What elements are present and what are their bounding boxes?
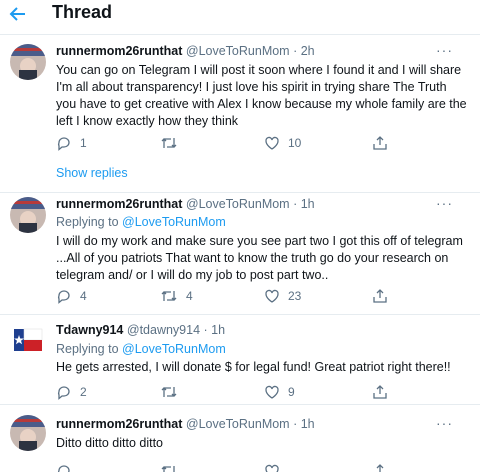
tweet-text: Ditto ditto ditto ditto (56, 435, 476, 452)
tweet-line: left I know exactly how they think (56, 114, 239, 128)
display-name[interactable]: runnermom26runthat (56, 197, 182, 211)
reply-button[interactable]: 4 (56, 286, 87, 306)
replying-to-handle[interactable]: @LoveToRunMom (122, 342, 226, 356)
reply-icon (57, 290, 70, 304)
share-icon (373, 136, 387, 150)
reply-icon (57, 137, 70, 151)
reply-button[interactable]: 2 (56, 382, 87, 402)
avatar[interactable] (10, 44, 46, 80)
like-count: 9 (288, 385, 295, 399)
more-icon[interactable]: ··· (436, 415, 453, 431)
like-button[interactable]: 23 (264, 286, 301, 306)
reply-button[interactable] (56, 461, 72, 472)
retweet-button[interactable]: 4 (160, 286, 193, 306)
like-icon (265, 385, 279, 399)
reply-count: 2 (80, 385, 87, 399)
share-icon (373, 289, 387, 303)
tweet-line: You can go on Telegram I will post it so… (56, 63, 462, 77)
replying-to-handle[interactable]: @LoveToRunMom (122, 215, 226, 229)
avatar[interactable] (10, 197, 46, 233)
avatar[interactable] (10, 321, 46, 357)
retweet-icon (161, 138, 177, 148)
retweet-button[interactable] (160, 382, 186, 402)
tweet-meta: runnermom26runthat @LoveToRunMom · 2h (56, 44, 315, 58)
thread-page: Thread runnermom26runthat @LoveToRunMom … (0, 0, 480, 472)
page-title: Thread (52, 2, 113, 22)
tweet-line: He gets arrested, I will donate $ for le… (56, 360, 451, 374)
replying-to-label: Replying to (56, 215, 119, 229)
tweet-line: you have to get creative with Alex I kno… (56, 97, 467, 111)
timestamp[interactable]: · 1h (204, 323, 226, 337)
retweet-icon (161, 291, 177, 301)
retweet-button[interactable] (160, 133, 186, 153)
share-icon (373, 385, 387, 399)
more-icon[interactable]: ··· (436, 42, 453, 58)
tweet-actions: 2 9 (56, 382, 436, 402)
replying-to: Replying to @LoveToRunMom (56, 342, 226, 356)
share-icon (373, 464, 387, 472)
share-button[interactable] (372, 461, 388, 472)
like-button[interactable]: 10 (264, 133, 301, 153)
tweet-meta: runnermom26runthat @LoveToRunMom · 1h (56, 197, 315, 211)
display-name[interactable]: runnermom26runthat (56, 44, 182, 58)
handle[interactable]: @LoveToRunMom (186, 417, 290, 431)
handle[interactable]: @LoveToRunMom (186, 44, 290, 58)
display-name[interactable]: runnermom26runthat (56, 417, 182, 431)
tweet-line: ...All of you patriots That want to know… (56, 251, 449, 265)
like-icon (265, 289, 279, 303)
display-name[interactable]: Tdawny914 (56, 323, 123, 337)
reply-button[interactable]: 1 (56, 133, 87, 153)
tweet-meta: Tdawny914 @tdawny914 · 1h (56, 323, 225, 337)
tweet-text: You can go on Telegram I will post it so… (56, 62, 476, 130)
retweet-count: 4 (186, 289, 193, 303)
like-count: 10 (288, 136, 302, 150)
handle[interactable]: @tdawny914 (127, 323, 200, 337)
reply-count: 1 (80, 136, 87, 150)
reply-icon (58, 465, 70, 472)
tweet[interactable]: Tdawny914 @tdawny914 · 1h Replying to @L… (0, 315, 480, 404)
tweet-actions: 1 10 (56, 133, 436, 153)
tweet-line: I'm all about transparency! I just love … (56, 80, 447, 94)
tweet-actions (56, 461, 436, 472)
retweet-icon (161, 466, 175, 472)
like-button[interactable]: 9 (264, 382, 295, 402)
timestamp[interactable]: · 1h (293, 197, 315, 211)
timestamp[interactable]: · 1h (293, 417, 315, 431)
like-count: 23 (288, 289, 302, 303)
tweet-text: I will do my work and make sure you see … (56, 233, 476, 284)
more-icon[interactable]: ··· (436, 195, 453, 211)
reply-count: 4 (80, 289, 87, 303)
like-icon (265, 136, 279, 150)
texas-flag-icon (14, 328, 43, 351)
tweet[interactable]: runnermom26runthat @LoveToRunMom · 1h ··… (0, 405, 480, 472)
replying-to-label: Replying to (56, 342, 119, 356)
tweet-line: Ditto ditto ditto ditto (56, 436, 164, 450)
share-button[interactable] (372, 133, 388, 153)
reply-icon (57, 386, 70, 400)
tweet-actions: 4 4 23 (56, 286, 436, 306)
back-arrow-icon[interactable] (8, 4, 34, 26)
handle[interactable]: @LoveToRunMom (186, 197, 290, 211)
tweet-text: He gets arrested, I will donate $ for le… (56, 359, 476, 376)
like-icon (265, 464, 279, 472)
share-button[interactable] (372, 286, 388, 306)
replying-to: Replying to @LoveToRunMom (56, 215, 226, 229)
retweet-button[interactable] (160, 461, 178, 472)
like-button[interactable] (264, 461, 280, 472)
timestamp[interactable]: · 2h (293, 44, 315, 58)
tweet-meta: runnermom26runthat @LoveToRunMom · 1h (56, 417, 315, 431)
thread-header: Thread (0, 0, 480, 34)
tweet-line: telegram and/ or I will do my job to pos… (56, 268, 329, 282)
tweet[interactable]: runnermom26runthat @LoveToRunMom · 1h ··… (0, 193, 480, 314)
show-replies-link[interactable]: Show replies (56, 166, 128, 180)
retweet-icon (161, 387, 177, 397)
share-button[interactable] (372, 382, 388, 402)
tweet-line: I will do my work and make sure you see … (56, 234, 463, 248)
avatar[interactable] (10, 415, 46, 451)
